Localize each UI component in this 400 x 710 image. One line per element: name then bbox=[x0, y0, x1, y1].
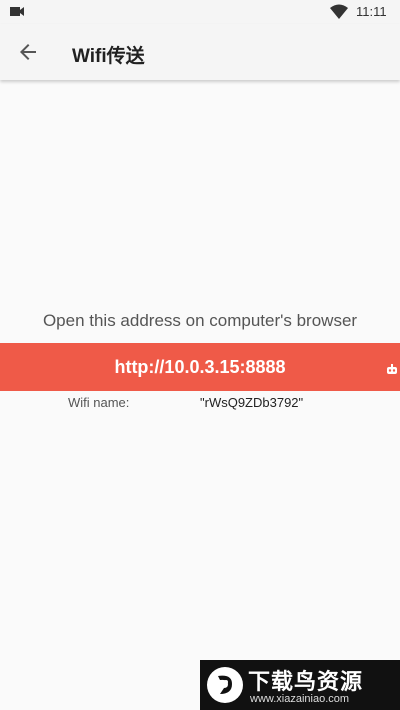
status-bar: 11:11 bbox=[0, 0, 400, 24]
watermark-domain: www.xiazainiao.com bbox=[250, 693, 350, 705]
page-title: Wifi传送 bbox=[72, 46, 145, 67]
wifi-name-label: Wifi name: bbox=[68, 395, 130, 410]
instruction-text: Open this address on computer's browser bbox=[42, 311, 358, 330]
status-time: 11:11 bbox=[356, 4, 387, 19]
wifi-signal-icon bbox=[330, 4, 348, 19]
bird-logo-icon bbox=[207, 667, 243, 703]
wifi-name-value: "rWsQ9ZDb3792" bbox=[200, 395, 304, 410]
app-bar: Wifi传送 bbox=[0, 24, 400, 80]
watermark-brand: 下载鸟资源 bbox=[248, 669, 364, 694]
address-banner[interactable]: http://10.0.3.15:8888 bbox=[0, 343, 400, 391]
arrow-back-icon[interactable] bbox=[16, 40, 40, 64]
watermark: 下载鸟资源 www.xiazainiao.com bbox=[200, 660, 400, 710]
share-icon[interactable] bbox=[384, 362, 400, 378]
server-address[interactable]: http://10.0.3.15:8888 bbox=[0, 357, 400, 378]
camera-icon bbox=[10, 7, 24, 16]
